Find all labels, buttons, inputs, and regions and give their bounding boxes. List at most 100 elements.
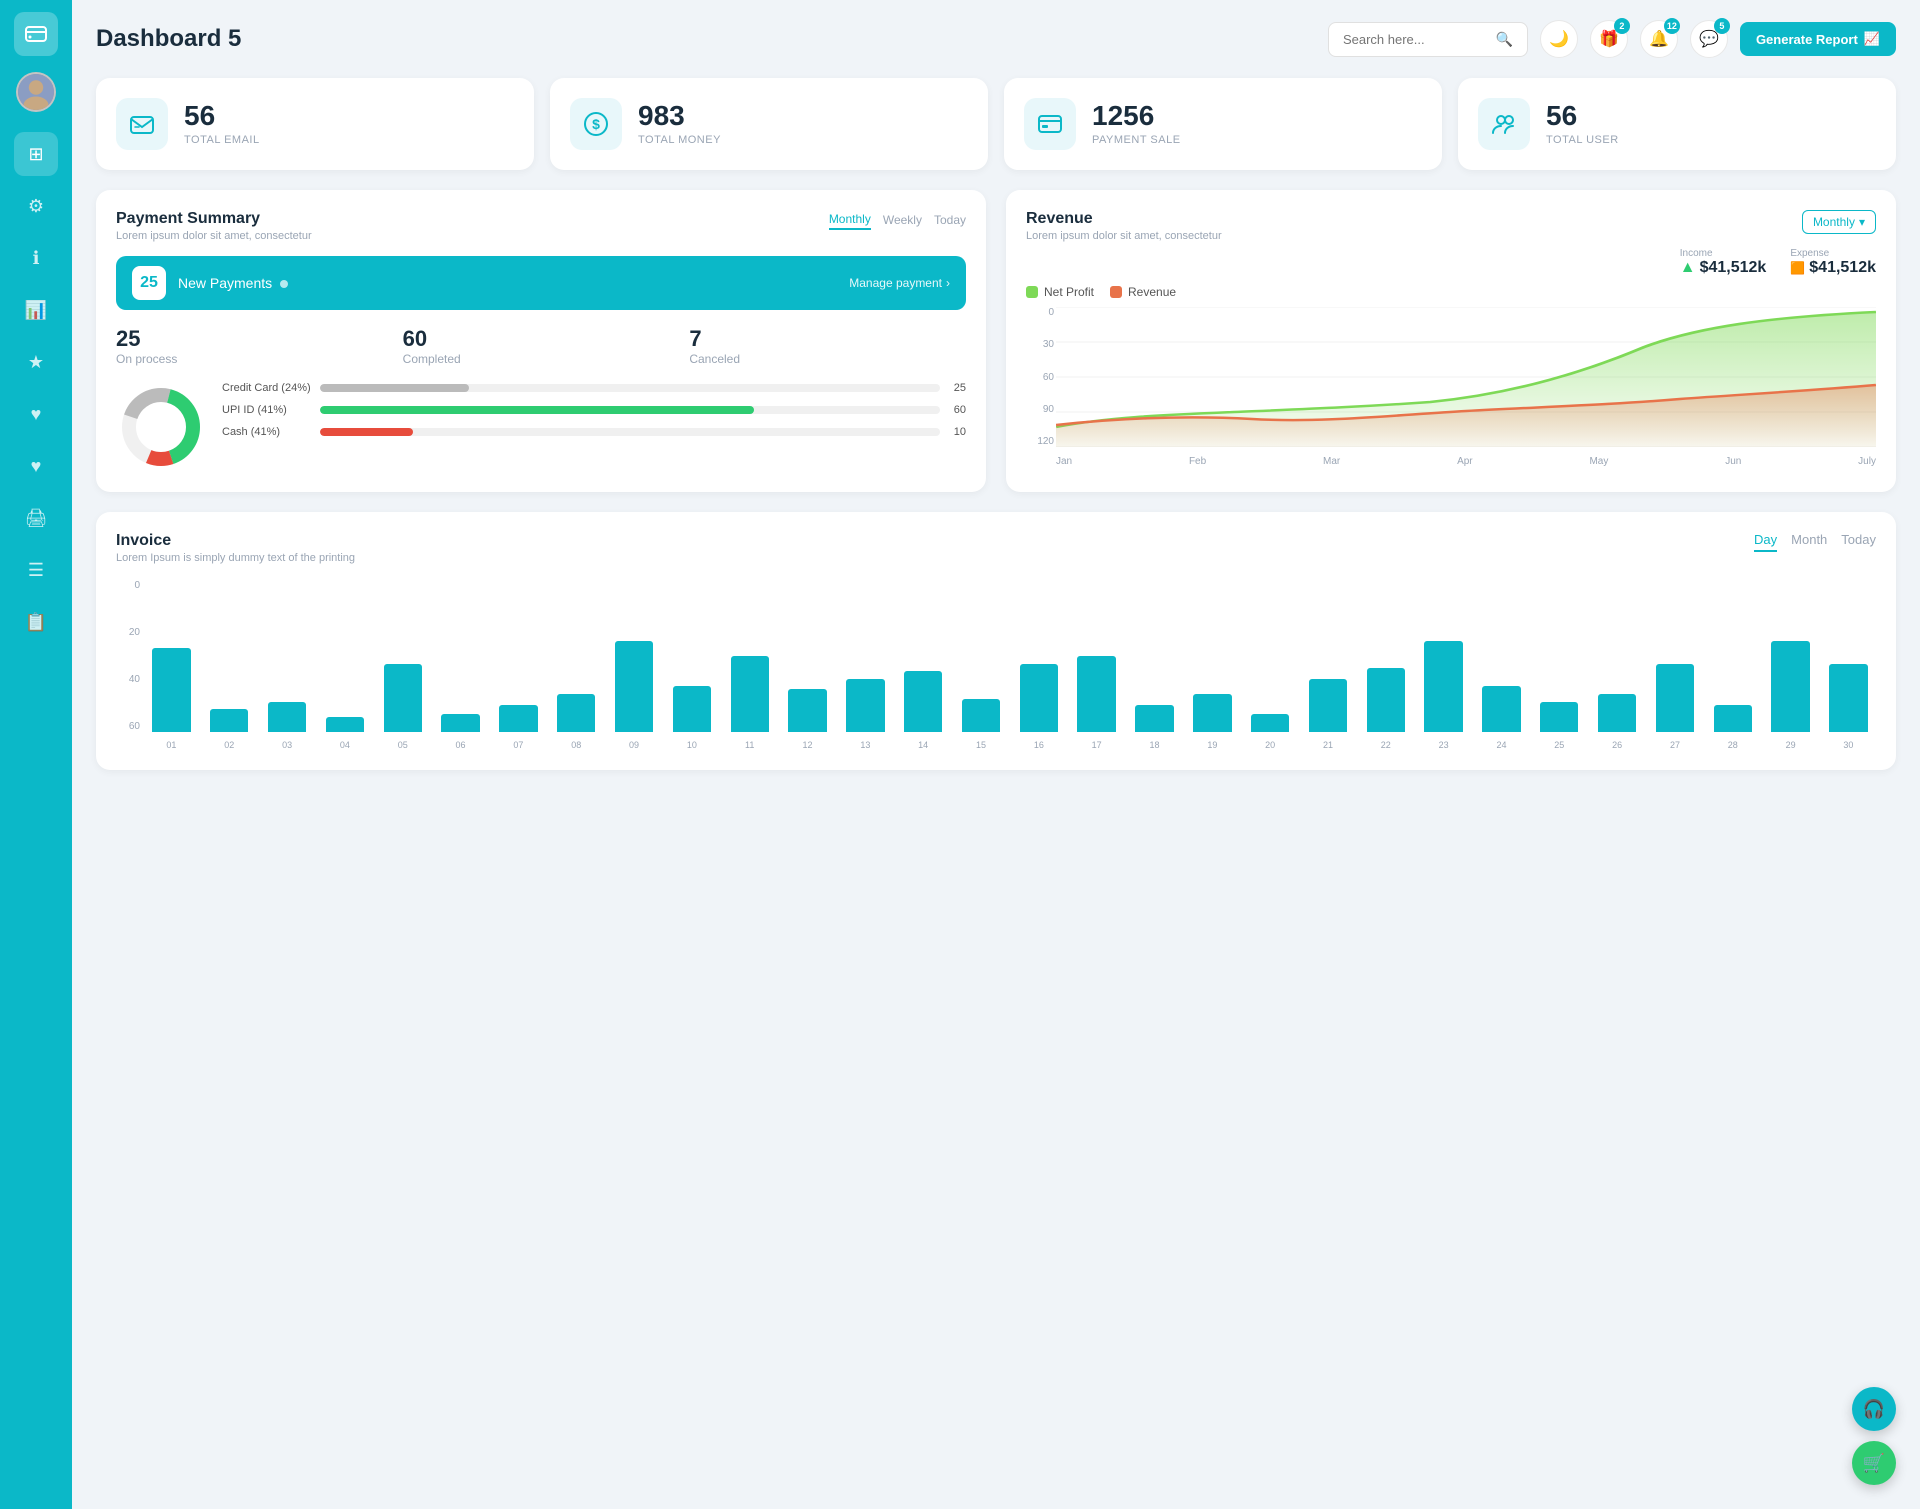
bar-fill-25 — [1540, 702, 1578, 732]
income-expense-row: Income ▲ $41,512k Expense 🟧 $41,512k — [1680, 248, 1876, 277]
gift-badge: 2 — [1614, 18, 1630, 34]
inv-tab-month[interactable]: Month — [1791, 532, 1827, 552]
sidebar-item-chart[interactable]: 📊 — [14, 288, 58, 332]
inv-tab-today[interactable]: Today — [1841, 532, 1876, 552]
payment-methods: Credit Card (24%) 25 UPI ID (41%) 60 — [116, 382, 966, 472]
bar-x-label-11: 11 — [722, 740, 777, 750]
email-icon — [116, 98, 168, 150]
bar-fill-24 — [1482, 686, 1520, 732]
revenue-title-block: Revenue Lorem ipsum dolor sit amet, cons… — [1026, 210, 1222, 242]
money-icon: $ — [570, 98, 622, 150]
x-label-jan: Jan — [1056, 456, 1072, 467]
sidebar-item-printer[interactable]: 🖨 — [14, 496, 58, 540]
bar-fill-27 — [1656, 664, 1694, 732]
page-title: Dashboard 5 — [96, 25, 241, 53]
payment-summary-card: Payment Summary Lorem ipsum dolor sit am… — [96, 190, 986, 492]
stat-card-email: 56 TOTAL EMAIL — [96, 78, 534, 170]
chat-notifications-btn[interactable]: 💬 5 — [1690, 20, 1728, 58]
bar-col-29 — [1763, 580, 1818, 732]
y-label-90: 90 — [1026, 404, 1054, 415]
invoice-title-block: Invoice Lorem Ipsum is simply dummy text… — [116, 532, 355, 564]
on-process-number: 25 — [116, 326, 393, 352]
chart-y-axis: 120 90 60 30 0 — [1026, 307, 1054, 447]
sidebar-item-dashboard[interactable]: ⊞ — [14, 132, 58, 176]
income-trend-icon: ▲ — [1680, 259, 1696, 277]
bar-x-label-20: 20 — [1243, 740, 1298, 750]
trio-canceled: 7 Canceled — [689, 326, 966, 366]
bell-notifications-btn[interactable]: 🔔 12 — [1640, 20, 1678, 58]
bar-x-label-30: 30 — [1821, 740, 1876, 750]
user-avatar[interactable] — [16, 72, 56, 112]
payment-bar-upi: UPI ID (41%) 60 — [222, 404, 966, 416]
stat-info-payment: 1256 PAYMENT SALE — [1092, 102, 1181, 146]
bar-col-11 — [722, 580, 777, 732]
bar-x-label-25: 25 — [1532, 740, 1587, 750]
credit-label: Credit Card (24%) — [222, 382, 312, 394]
search-box: 🔍 — [1328, 22, 1528, 57]
sidebar-item-heart2[interactable]: ♥ — [14, 444, 58, 488]
bar-x-label-04: 04 — [317, 740, 372, 750]
expense-trend-icon: 🟧 — [1790, 261, 1805, 275]
bar-fill-07 — [499, 705, 537, 732]
payment-icon — [1024, 98, 1076, 150]
sidebar-item-heart1[interactable]: ♥ — [14, 392, 58, 436]
bar-fill-11 — [731, 656, 769, 732]
invoice-bar-chart: 60 40 20 0 01020304050607080910111213141… — [116, 580, 1876, 750]
revenue-card: Revenue Lorem ipsum dolor sit amet, cons… — [1006, 190, 1896, 492]
bar-y-0: 0 — [116, 580, 140, 591]
donut-chart — [116, 382, 206, 472]
sidebar-item-settings[interactable]: ⚙ — [14, 184, 58, 228]
bar-col-24 — [1474, 580, 1529, 732]
sidebar-item-star[interactable]: ★ — [14, 340, 58, 384]
sidebar-logo[interactable] — [14, 12, 58, 56]
credit-value: 25 — [948, 382, 966, 394]
x-label-mar: Mar — [1323, 456, 1340, 467]
revenue-chart-svg-container — [1056, 307, 1876, 447]
bar-col-25 — [1532, 580, 1587, 732]
stat-card-user: 56 TOTAL USER — [1458, 78, 1896, 170]
sidebar-item-menu[interactable]: ☰ — [14, 548, 58, 592]
tab-weekly[interactable]: Weekly — [883, 211, 922, 229]
dark-mode-toggle[interactable]: 🌙 — [1540, 20, 1578, 58]
sidebar-item-info[interactable]: ℹ — [14, 236, 58, 280]
tab-monthly[interactable]: Monthly — [829, 210, 871, 230]
gift-notifications-btn[interactable]: 🎁 2 — [1590, 20, 1628, 58]
main-content: Dashboard 5 🔍 🌙 🎁 2 🔔 12 💬 5 Generate Re… — [72, 0, 1920, 1509]
x-label-apr: Apr — [1457, 456, 1473, 467]
bar-y-20: 20 — [116, 627, 140, 638]
bar-col-14 — [896, 580, 951, 732]
bar-col-27 — [1648, 580, 1703, 732]
income-label: Income — [1680, 248, 1767, 259]
bar-col-01 — [144, 580, 199, 732]
money-label: TOTAL MONEY — [638, 134, 721, 146]
search-input[interactable] — [1343, 32, 1488, 47]
bar-y-60: 60 — [116, 721, 140, 732]
generate-report-button[interactable]: Generate Report 📈 — [1740, 22, 1896, 56]
bar-x-label-08: 08 — [549, 740, 604, 750]
upi-fill — [320, 406, 754, 414]
tab-today[interactable]: Today — [934, 211, 966, 229]
upi-value: 60 — [948, 404, 966, 416]
y-label-120: 120 — [1026, 436, 1054, 447]
bar-col-21 — [1301, 580, 1356, 732]
manage-payment-link[interactable]: Manage payment › — [849, 276, 950, 290]
invoice-x-axis: 0102030405060708091011121314151617181920… — [144, 740, 1876, 750]
payment-summary-subtitle: Lorem ipsum dolor sit amet, consectetur — [116, 230, 312, 242]
inv-tab-day[interactable]: Day — [1754, 532, 1777, 552]
stat-card-money: $ 983 TOTAL MONEY — [550, 78, 988, 170]
upi-track — [320, 406, 940, 414]
payment-bar-cash: Cash (41%) 10 — [222, 426, 966, 438]
canceled-number: 7 — [689, 326, 966, 352]
support-fab[interactable]: 🎧 — [1852, 1387, 1896, 1431]
income-value: ▲ $41,512k — [1680, 259, 1767, 277]
stat-info-user: 56 TOTAL USER — [1546, 102, 1619, 146]
cart-fab[interactable]: 🛒 — [1852, 1441, 1896, 1485]
sidebar-item-list[interactable]: 📋 — [14, 600, 58, 644]
trio-on-process: 25 On process — [116, 326, 393, 366]
bar-x-label-22: 22 — [1358, 740, 1413, 750]
bar-col-10 — [664, 580, 719, 732]
bar-fill-15 — [962, 699, 1000, 732]
stat-card-payment: 1256 PAYMENT SALE — [1004, 78, 1442, 170]
revenue-monthly-dropdown[interactable]: Monthly ▾ — [1802, 210, 1876, 234]
svg-text:$: $ — [592, 116, 600, 132]
